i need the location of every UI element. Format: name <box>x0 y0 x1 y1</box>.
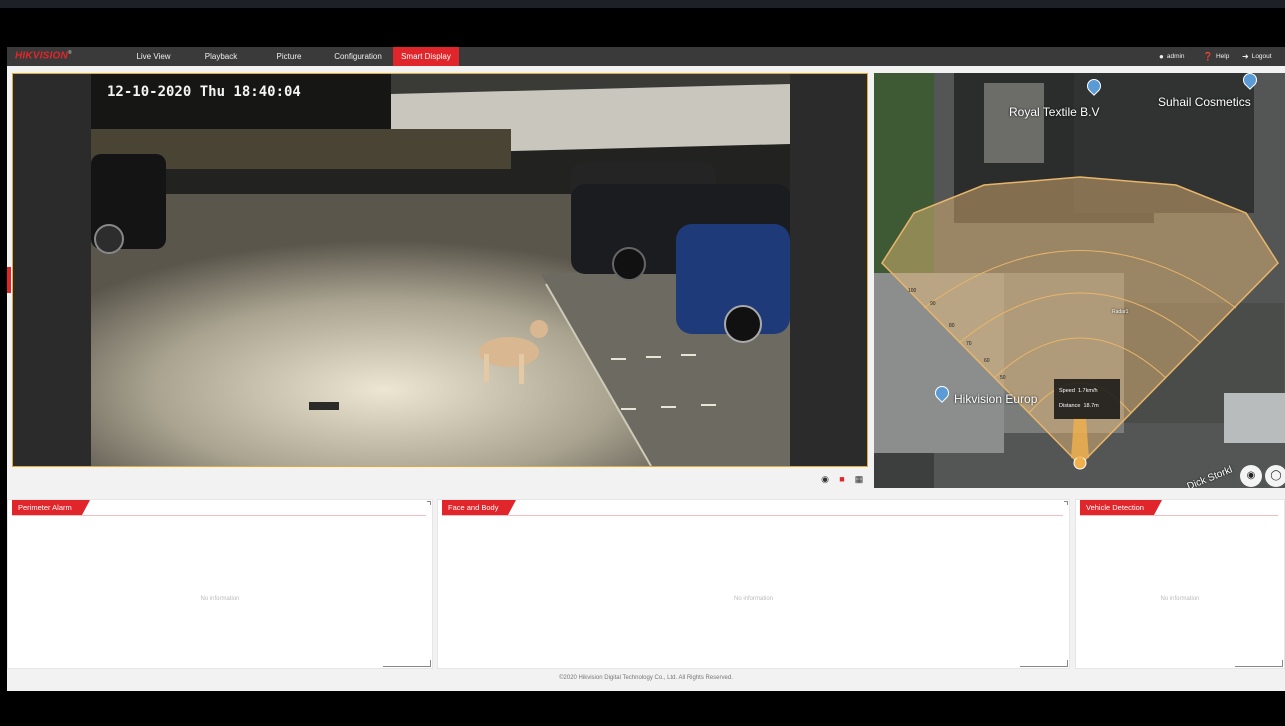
speed-row: Speed 1.7km/h <box>1059 388 1098 394</box>
panel-face-and-body: Face and Body No information <box>437 499 1070 669</box>
scene-drawing <box>91 74 790 466</box>
tab-live-view[interactable]: Live View <box>125 47 182 66</box>
panel-title[interactable]: Perimeter Alarm <box>12 500 90 515</box>
user-name: admin <box>1166 53 1185 61</box>
help-label: Help <box>1215 53 1230 61</box>
logout-icon: ➜ <box>1242 52 1249 61</box>
copyright-footer: ©2020 Hikvision Digital Technology Co., … <box>559 675 733 681</box>
divider <box>12 515 426 516</box>
user-menu[interactable]: ● admin <box>1159 47 1185 66</box>
panel-vehicle-detection: Vehicle Detection No information <box>1075 499 1285 669</box>
resize-handle-icon[interactable] <box>1235 660 1283 667</box>
osd-timestamp: 12-10-2020 Thu 18:40:04 <box>107 84 301 100</box>
top-band <box>0 0 1285 8</box>
logout-link[interactable]: ➜ Logout <box>1242 47 1272 66</box>
tab-configuration[interactable]: Configuration <box>325 47 391 66</box>
range-label: 90 <box>930 301 936 307</box>
tab-playback[interactable]: Playback <box>193 47 249 66</box>
web-app: HIKVISION® Live View Playback Picture Co… <box>7 47 1285 691</box>
empty-text: No information <box>200 596 240 602</box>
resize-handle-icon[interactable] <box>1020 660 1068 667</box>
place-label: Hikvision Europ <box>954 392 1038 406</box>
range-label: 100 <box>908 288 917 294</box>
range-label: 80 <box>949 323 955 329</box>
map-drawing <box>874 73 1285 488</box>
layout-icon[interactable]: ▦ <box>854 474 864 484</box>
side-collapse-tab[interactable] <box>7 267 11 293</box>
camera-icon[interactable]: ◉ <box>820 474 830 484</box>
camera-scene: 12-10-2020 Thu 18:40:04 <box>91 74 790 466</box>
logout-label: Logout <box>1251 53 1272 61</box>
top-nav: HIKVISION® Live View Playback Picture Co… <box>7 47 1285 66</box>
radar-label: Radar1 <box>1112 309 1129 315</box>
radar-map[interactable]: Royal Textile B.V Suhail Cosmetics Hikvi… <box>874 73 1285 488</box>
brand-logo: HIKVISION® <box>15 50 72 62</box>
layers-icon[interactable]: ◉ <box>1240 465 1262 487</box>
divider <box>1080 515 1278 516</box>
resize-corner-icon[interactable] <box>1064 501 1068 505</box>
distance-row: Distance 18.7m <box>1059 403 1099 409</box>
resize-handle-icon[interactable] <box>383 660 431 667</box>
empty-text: No information <box>1160 596 1200 602</box>
panel-title[interactable]: Vehicle Detection <box>1080 500 1162 515</box>
range-label: 60 <box>984 358 990 364</box>
panel-title[interactable]: Face and Body <box>442 500 517 515</box>
video-toolbar: ◉ ■ ▦ <box>12 468 868 489</box>
screen-frame: HIKVISION® Live View Playback Picture Co… <box>0 0 1285 726</box>
panel-perimeter-alarm: Perimeter Alarm No information <box>7 499 433 669</box>
target-tooltip: Speed 1.7km/h Distance 18.7m <box>1054 379 1120 419</box>
user-icon: ● <box>1159 52 1164 61</box>
help-icon: ❓ <box>1203 52 1213 61</box>
record-icon[interactable]: ■ <box>837 474 847 484</box>
place-label: Suhail Cosmetics <box>1158 95 1251 109</box>
resize-corner-icon[interactable] <box>427 501 431 505</box>
live-video-window[interactable]: 12-10-2020 Thu 18:40:04 <box>12 73 868 467</box>
snapshot-icon[interactable]: ◯ <box>1265 465 1285 487</box>
range-label: 70 <box>966 341 972 347</box>
tab-smart-display[interactable]: Smart Display <box>393 47 459 66</box>
divider <box>442 515 1063 516</box>
empty-text: No information <box>733 596 774 602</box>
range-label: 50 <box>1000 375 1006 381</box>
help-link[interactable]: ❓ Help <box>1203 47 1229 66</box>
tab-picture[interactable]: Picture <box>263 47 315 66</box>
place-label: Royal Textile B.V <box>1009 105 1100 119</box>
